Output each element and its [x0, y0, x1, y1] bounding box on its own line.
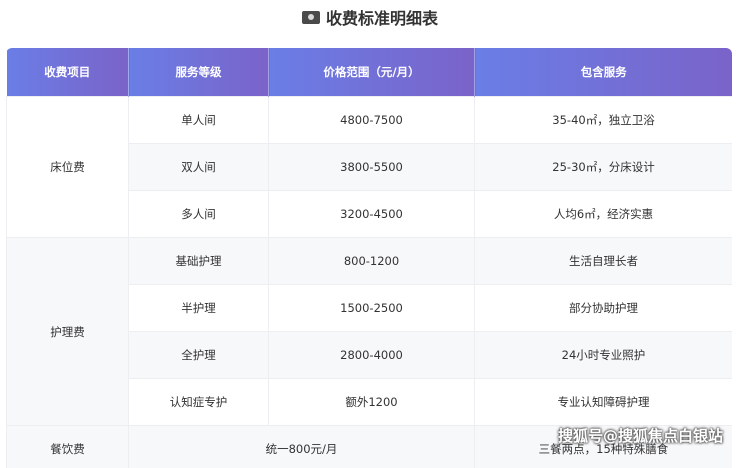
service-cell: 生活自理长者: [475, 238, 733, 285]
level-cell: 基础护理: [129, 238, 269, 285]
title-text: 收费标准明细表: [326, 5, 438, 29]
category-cell-meal: 餐饮费: [7, 426, 129, 468]
watermark: 搜狐号@搜狐焦点白银站: [558, 425, 723, 446]
header-price: 价格范围（元/月）: [269, 48, 475, 97]
price-cell: 3200-4500: [269, 191, 475, 238]
level-cell: 半护理: [129, 285, 269, 332]
service-cell: 24小时专业照护: [475, 332, 733, 379]
service-cell: 专业认知障碍护理: [475, 379, 733, 426]
header-row: 收费项目 服务等级 价格范围（元/月） 包含服务: [7, 48, 733, 97]
level-cell: 单人间: [129, 97, 269, 144]
level-cell: 全护理: [129, 332, 269, 379]
price-cell: 额外1200: [269, 379, 475, 426]
header-service: 包含服务: [475, 48, 733, 97]
table-row: 床位费 单人间 4800-7500 35-40㎡，独立卫浴: [7, 97, 733, 144]
service-cell: 人均6㎡，经济实惠: [475, 191, 733, 238]
fee-table: 收费项目 服务等级 价格范围（元/月） 包含服务 床位费 单人间 4800-75…: [6, 48, 732, 468]
price-cell: 1500-2500: [269, 285, 475, 332]
header-category: 收费项目: [7, 48, 129, 97]
table-row: 护理费 基础护理 800-1200 生活自理长者: [7, 238, 733, 285]
price-cell: 800-1200: [269, 238, 475, 285]
table-title: 收费标准明细表: [0, 0, 740, 34]
price-cell: 2800-4000: [269, 332, 475, 379]
money-icon: [302, 11, 320, 24]
category-cell-bed: 床位费: [7, 97, 129, 238]
fee-table-container: 收费项目 服务等级 价格范围（元/月） 包含服务 床位费 单人间 4800-75…: [6, 48, 732, 468]
service-cell: 部分协助护理: [475, 285, 733, 332]
header-level: 服务等级: [129, 48, 269, 97]
level-cell: 认知症专护: [129, 379, 269, 426]
service-cell: 25-30㎡，分床设计: [475, 144, 733, 191]
price-cell: 3800-5500: [269, 144, 475, 191]
service-cell: 35-40㎡，独立卫浴: [475, 97, 733, 144]
category-cell-care: 护理费: [7, 238, 129, 426]
price-cell: 统一800元/月: [129, 426, 475, 468]
level-cell: 多人间: [129, 191, 269, 238]
price-cell: 4800-7500: [269, 97, 475, 144]
level-cell: 双人间: [129, 144, 269, 191]
